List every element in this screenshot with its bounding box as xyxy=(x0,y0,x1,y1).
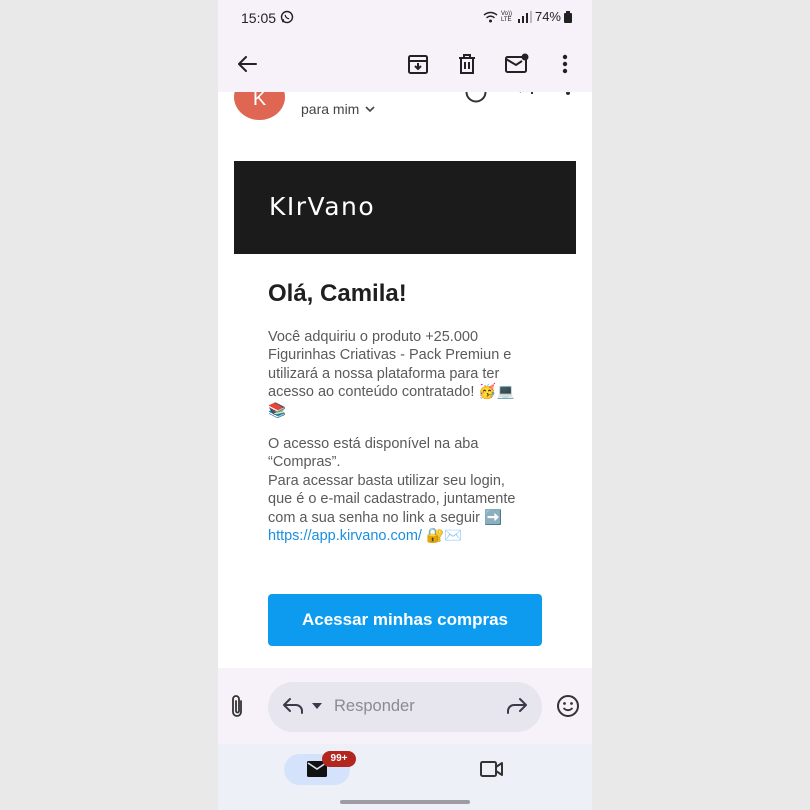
bottom-nav: 99+ xyxy=(218,744,592,810)
recipient-details[interactable]: para mim xyxy=(301,101,375,117)
link-line: https://app.kirvano.com/ 🔐✉️ xyxy=(268,527,546,545)
message-more-icon[interactable] xyxy=(565,92,571,98)
archive-icon xyxy=(408,55,428,74)
paragraph-line: Figurinhas Criativas - Pack Premiun e xyxy=(268,347,512,364)
brand-banner: KIrVano xyxy=(234,161,576,254)
mark-unread-button[interactable] xyxy=(503,50,531,78)
reply-icon[interactable] xyxy=(516,92,538,100)
caret-down-icon[interactable] xyxy=(312,703,322,709)
wifi-icon xyxy=(483,11,498,22)
recipient-label: para mim xyxy=(301,101,360,117)
paragraph-line: acesso ao conteúdo contratado! 🥳💻 xyxy=(268,384,515,401)
chevron-down-icon xyxy=(365,105,375,112)
status-bar: 15:05 Vo)) LTE 74% xyxy=(218,0,592,36)
whatsapp-icon xyxy=(280,10,294,24)
mail-unread-icon xyxy=(505,53,529,73)
arrow-left-icon xyxy=(238,56,257,72)
platform-link[interactable]: https://app.kirvano.com/ xyxy=(268,528,422,544)
archive-button[interactable] xyxy=(404,50,432,78)
access-paragraph: O acesso está disponível na aba “Compras… xyxy=(268,435,546,545)
more-vert-icon xyxy=(562,54,568,74)
paragraph-line: que é o e-mail cadastrado, juntamente xyxy=(268,491,516,508)
delete-button[interactable] xyxy=(453,50,481,78)
paragraph-line: utilizará a nossa plataforma para ter xyxy=(268,365,500,382)
emoji-reaction-icon[interactable] xyxy=(464,92,488,104)
access-purchases-button[interactable]: Acessar minhas compras xyxy=(268,594,542,646)
emoji-icon[interactable] xyxy=(556,694,580,718)
battery-icon xyxy=(564,10,572,23)
more-options-button[interactable] xyxy=(551,50,579,78)
reply-arrow-icon[interactable] xyxy=(282,696,304,716)
status-right: Vo)) LTE 74% xyxy=(483,9,572,24)
email-toolbar xyxy=(218,36,592,92)
paragraph-line: Você adquiriu o produto +25.000 xyxy=(268,329,479,345)
paragraph-line: O acesso está disponível na aba xyxy=(268,436,479,452)
link-emoji: 🔐✉️ xyxy=(425,528,463,545)
reply-placeholder: Responder xyxy=(334,697,415,715)
video-icon[interactable] xyxy=(480,760,504,778)
sender-avatar[interactable]: K xyxy=(234,92,285,120)
reply-input[interactable]: Responder xyxy=(268,682,542,732)
gesture-bar xyxy=(340,800,470,804)
status-time: 15:05 xyxy=(241,10,277,26)
trash-icon xyxy=(459,54,475,74)
network-label: Vo)) LTE xyxy=(500,10,512,23)
signal-icon xyxy=(517,10,532,23)
phone-screen: 15:05 Vo)) LTE 74% K para mim KIrVano Ol… xyxy=(218,0,592,810)
forward-icon[interactable] xyxy=(506,696,528,716)
back-button[interactable] xyxy=(233,50,261,78)
brand-logo: KIrVano xyxy=(269,192,376,221)
email-body: K para mim KIrVano Olá, Camila! Você adq… xyxy=(218,92,592,668)
reply-bar: Responder xyxy=(218,668,592,744)
battery-percent: 74% xyxy=(534,9,561,24)
paragraph-line: 📚 xyxy=(268,402,287,419)
paragraph-line: “Compras”. xyxy=(268,454,341,471)
purchase-paragraph: Você adquiriu o produto +25.000 Figurinh… xyxy=(268,328,546,420)
paperclip-icon[interactable] xyxy=(230,694,244,718)
unread-badge: 99+ xyxy=(322,751,356,767)
paragraph-line: Para acessar basta utilizar seu login, xyxy=(268,472,505,489)
paragraph-line: com a sua senha no link a seguir ➡️ xyxy=(268,509,503,526)
greeting-heading: Olá, Camila! xyxy=(268,280,407,307)
